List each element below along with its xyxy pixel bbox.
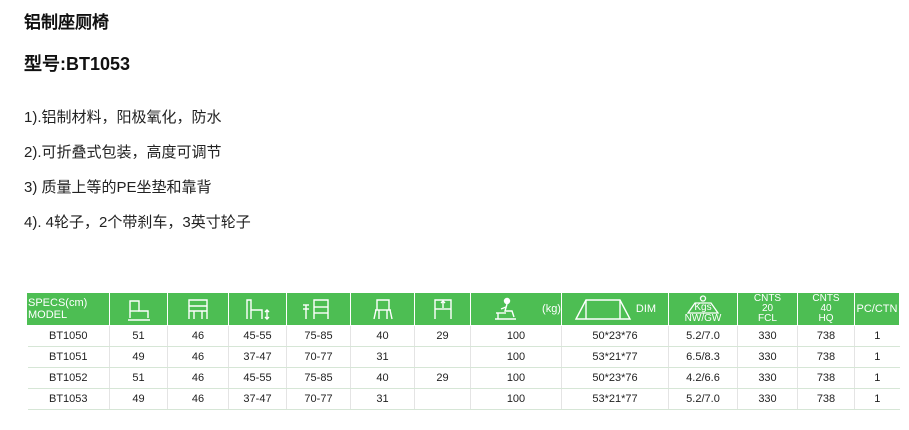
max-load-cell: 100 (470, 346, 562, 368)
fcl20-cell: 330 (737, 388, 798, 410)
seat-width-icon (167, 292, 229, 326)
table-row: BT1052 51 46 45-55 75-85 40 29 100 50*23*76 4.2/6… (27, 367, 900, 389)
feature-list: 1).铝制材料，阳极氧化，防水 2).可折叠式包装，高度可调节 3) 质量上等的… (24, 108, 251, 248)
dim-label: DIM (635, 303, 657, 315)
table-row: BT1051 49 46 37-47 70-77 31 100 53*21*77 6.5/8.3… (27, 346, 900, 368)
dim-cell: 50*23*76 (561, 325, 669, 347)
seat-height-cell: 45-55 (228, 325, 287, 347)
seat-height-icon (228, 292, 287, 326)
dim-cell: 50*23*76 (561, 367, 669, 389)
armrest-height-cell: 75-85 (286, 367, 351, 389)
seat-width-cell: 46 (167, 367, 229, 389)
fcl20-cell: 330 (737, 367, 798, 389)
seat-depth-cell: 31 (350, 346, 415, 368)
seat-height-cell: 37-47 (228, 346, 287, 368)
model-number: 型号:BT1053 (24, 54, 131, 74)
product-title: 铝制座厕椅 (24, 13, 109, 32)
fcl20-cell: 330 (737, 346, 798, 368)
back-height-icon (414, 292, 471, 326)
seat-height-cell: 37-47 (228, 388, 287, 410)
model-cell: BT1053 (27, 388, 110, 410)
weight-header: Kgs NW/GW (668, 292, 738, 326)
back-height-cell: 29 (414, 325, 471, 347)
model-label: MODEL (28, 309, 68, 321)
weight-label: NW/GW (684, 313, 722, 324)
dim-cell: 53*21*77 (561, 388, 669, 410)
hq40-header: CNTS 40 HQ (797, 292, 855, 326)
feature-item: 4). 4轮子，2个带刹车，3英寸轮子 (24, 214, 251, 231)
pc-ctn-cell: 1 (854, 346, 900, 368)
hq40-cell: 738 (797, 325, 855, 347)
model-cell: BT1051 (27, 346, 110, 368)
table-header-row: SPECS(cm) MODEL (kg) DIM Kgs NW/GW CNTS … (27, 292, 900, 326)
hq40-cell: 738 (797, 388, 855, 410)
load-unit-label: (kg) (542, 303, 561, 315)
seat-width-cell: 46 (167, 325, 229, 347)
chair-width-cell: 51 (109, 367, 168, 389)
pc-ctn-header: PC/CTN (854, 292, 900, 326)
nw-gw-cell: 5.2/7.0 (668, 325, 738, 347)
hq40-line3: HQ (818, 313, 834, 324)
feature-item: 3) 质量上等的PE坐垫和靠背 (24, 179, 212, 196)
pc-ctn-cell: 1 (854, 325, 900, 347)
chair-width-cell: 49 (109, 346, 168, 368)
armrest-height-cell: 70-77 (286, 346, 351, 368)
table-row: BT1053 49 46 37-47 70-77 31 100 53*21*77 5.2/7.0… (27, 388, 900, 410)
armrest-height-icon (286, 292, 351, 326)
dim-header: DIM (561, 292, 669, 326)
carton-icon (574, 299, 632, 320)
seat-width-cell: 46 (167, 388, 229, 410)
fcl20-line3: FCL (758, 313, 777, 324)
model-cell: BT1052 (27, 367, 110, 389)
seat-depth-cell: 31 (350, 388, 415, 410)
seat-depth-icon (350, 292, 415, 326)
feature-item: 2).可折叠式包装，高度可调节 (24, 144, 222, 161)
back-height-cell (414, 346, 471, 368)
specs-label: SPECS(cm) (28, 297, 88, 309)
hq40-cell: 738 (797, 367, 855, 389)
back-height-cell (414, 388, 471, 410)
weight-unit-label: Kgs (694, 302, 712, 313)
chair-width-cell: 51 (109, 325, 168, 347)
nw-gw-cell: 5.2/7.0 (668, 388, 738, 410)
fcl20-cell: 330 (737, 325, 798, 347)
max-load-cell: 100 (470, 388, 562, 410)
chair-width-icon (109, 292, 168, 326)
spec-table: SPECS(cm) MODEL (kg) DIM Kgs NW/GW CNTS … (27, 292, 900, 410)
pc-ctn-cell: 1 (854, 367, 900, 389)
seat-height-cell: 45-55 (228, 367, 287, 389)
max-load-icon: (kg) (470, 292, 562, 326)
armrest-height-cell: 70-77 (286, 388, 351, 410)
chair-width-cell: 49 (109, 388, 168, 410)
nw-gw-cell: 6.5/8.3 (668, 346, 738, 368)
nw-gw-cell: 4.2/6.6 (668, 367, 738, 389)
model-cell: BT1050 (27, 325, 110, 347)
feature-item: 1).铝制材料，阳极氧化，防水 (24, 109, 222, 126)
pc-ctn-cell: 1 (854, 388, 900, 410)
hq40-cell: 738 (797, 346, 855, 368)
specs-model-header: SPECS(cm) MODEL (27, 292, 110, 326)
seat-depth-cell: 40 (350, 325, 415, 347)
dim-cell: 53*21*77 (561, 346, 669, 368)
fcl20-header: CNTS 20 FCL (737, 292, 798, 326)
seat-depth-cell: 40 (350, 367, 415, 389)
seat-width-cell: 46 (167, 346, 229, 368)
table-row: BT1050 51 46 45-55 75-85 40 29 100 50*23*76 5.2/7… (27, 325, 900, 347)
armrest-height-cell: 75-85 (286, 325, 351, 347)
max-load-cell: 100 (470, 367, 562, 389)
back-height-cell: 29 (414, 367, 471, 389)
max-load-cell: 100 (470, 325, 562, 347)
